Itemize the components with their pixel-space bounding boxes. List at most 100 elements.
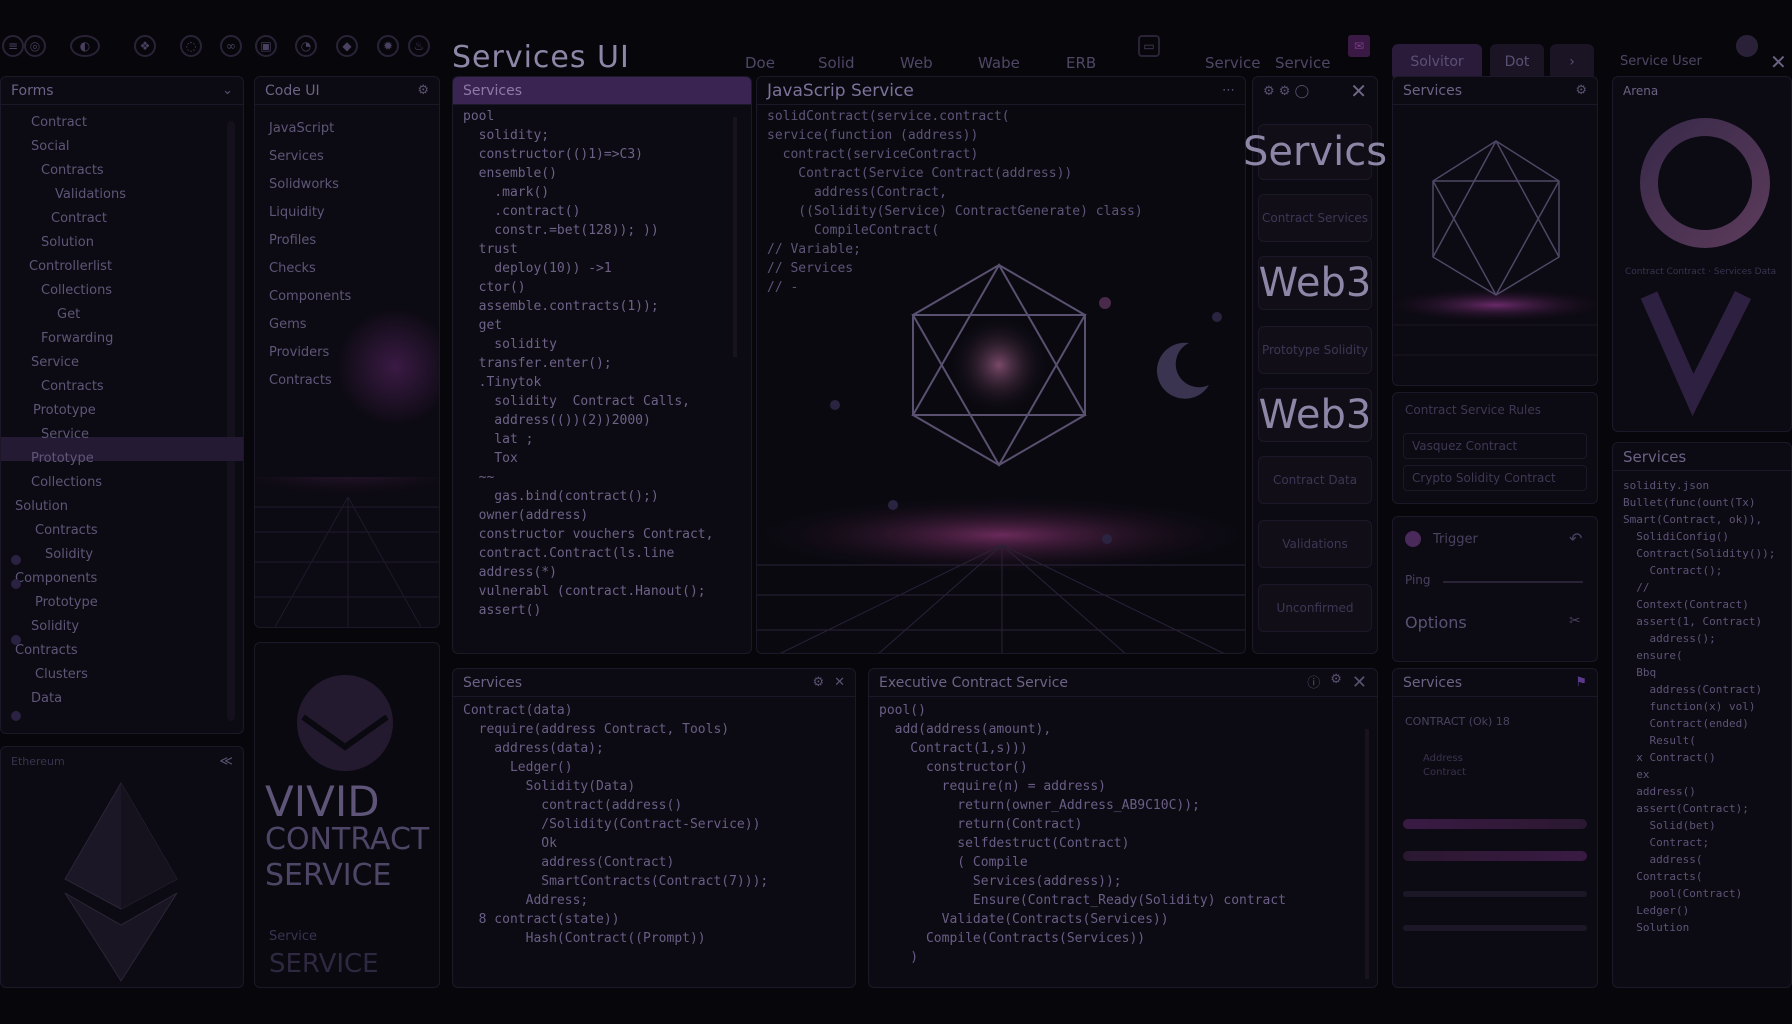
nav-button-contract-services[interactable]: Contract Services: [1258, 194, 1372, 242]
tree-item[interactable]: Service: [31, 355, 79, 370]
mid-list-item[interactable]: Profiles: [269, 233, 316, 248]
link-icon[interactable]: ∞: [220, 35, 242, 57]
tree-item[interactable]: Contracts: [35, 523, 98, 538]
contract-field-2[interactable]: Crypto Solidity Contract: [1403, 465, 1587, 491]
close-icon[interactable]: ✕: [1350, 79, 1367, 103]
far-right-code[interactable]: solidity.json Bullet(func(ount(Tx) Smart(C…: [1623, 477, 1775, 936]
mid-list-item[interactable]: Providers: [269, 345, 329, 360]
tree-item[interactable]: Prototype: [31, 451, 94, 466]
nav-button-prototype-solidity[interactable]: Prototype Solidity: [1258, 326, 1372, 374]
editor-scrollbar[interactable]: [733, 117, 737, 357]
code-scrollbar[interactable]: [1365, 729, 1369, 979]
nav-button-unconfirmed[interactable]: Unconfirmed: [1258, 584, 1372, 632]
tree-item[interactable]: Controllerlist: [29, 259, 112, 274]
tree-item[interactable]: Contracts: [15, 643, 78, 658]
web3-big-label-2[interactable]: Web3: [1258, 388, 1372, 442]
tree-item[interactable]: Forwarding: [41, 331, 113, 346]
swap-icon[interactable]: ✂: [1569, 613, 1581, 629]
menu-icon[interactable]: ≡: [2, 35, 24, 57]
tree-item[interactable]: Get: [57, 307, 80, 322]
tree-item[interactable]: Prototype: [33, 403, 96, 418]
flame-icon[interactable]: ♨: [408, 35, 430, 57]
progress-bar-4: [1403, 925, 1587, 931]
tree-item[interactable]: Prototype: [35, 595, 98, 610]
tree-item[interactable]: Clusters: [35, 667, 88, 682]
user-label[interactable]: Service User: [1620, 54, 1702, 69]
solvitor-button[interactable]: Solvitor: [1392, 44, 1482, 80]
mid-list-item[interactable]: Gems: [269, 317, 307, 332]
nav-item-web[interactable]: Web: [900, 54, 933, 72]
right-services-gear-icon[interactable]: ⚙: [1575, 83, 1587, 98]
flag-icon[interactable]: ⚑: [1575, 675, 1587, 690]
ping-slider[interactable]: [1443, 581, 1583, 583]
close-icon[interactable]: ✕: [1352, 672, 1367, 693]
contract-field-1[interactable]: Vasquez Contract: [1403, 433, 1587, 459]
editor-tab-services[interactable]: Services: [453, 77, 751, 105]
tree-item[interactable]: Data: [31, 691, 62, 706]
settings-icon[interactable]: ⚙: [1330, 672, 1342, 693]
scrollbar[interactable]: [227, 121, 235, 721]
nav-item-wabe[interactable]: Wabe: [978, 54, 1020, 72]
services-nav-icons[interactable]: ⚙ ⚙ ◯: [1263, 84, 1309, 99]
tree-item[interactable]: Contracts: [41, 163, 104, 178]
mid-list-item[interactable]: Components: [269, 289, 351, 304]
tree-item[interactable]: Solidity: [45, 547, 93, 562]
window-icon[interactable]: ▭: [1138, 35, 1160, 57]
tree-item[interactable]: Solidity: [31, 619, 79, 634]
brand-button-2[interactable]: SERVICE: [269, 949, 379, 979]
brand-button-1[interactable]: Service: [269, 929, 317, 944]
ethereum-icon[interactable]: ◆: [336, 35, 358, 57]
cloud-icon[interactable]: ◌: [180, 35, 202, 57]
mid-list-item[interactable]: Liquidity: [269, 205, 325, 220]
nav-item-doe[interactable]: Doe: [745, 54, 775, 72]
web3-big-label-1[interactable]: Web3: [1258, 256, 1372, 310]
mid-list-item[interactable]: Services: [269, 149, 324, 164]
chevron-down-icon[interactable]: ⌄: [222, 83, 233, 98]
globe-icon[interactable]: ◎: [24, 35, 46, 57]
code-ui-gear-icon[interactable]: ⚙: [417, 83, 429, 98]
info-icon[interactable]: ⓘ: [1307, 672, 1320, 693]
tree-item[interactable]: Solution: [15, 499, 68, 514]
tree-item[interactable]: Collections: [41, 283, 112, 298]
settings-icon[interactable]: ⚙: [812, 675, 824, 690]
options-label[interactable]: Options: [1405, 613, 1467, 632]
next-button[interactable]: ›: [1550, 44, 1594, 80]
dot-button[interactable]: Dot: [1490, 44, 1544, 80]
nav-button-validations[interactable]: Validations: [1258, 520, 1372, 568]
mid-list-item[interactable]: Checks: [269, 261, 316, 276]
cube-icon[interactable]: ▣: [255, 35, 277, 57]
nav-item-erb[interactable]: ERB: [1066, 54, 1096, 72]
editor-code[interactable]: pool solidity; constructor(()1)=>C3) ens…: [463, 107, 713, 620]
eye-icon[interactable]: ◐: [70, 35, 100, 57]
js-service-code[interactable]: solidContract(service.contract(service(f…: [767, 107, 1143, 297]
collapse-icon[interactable]: ≪: [219, 754, 233, 769]
services-big-label[interactable]: Servics: [1243, 124, 1387, 180]
chart-icon[interactable]: ◔: [295, 35, 317, 57]
nav-item-solid[interactable]: Solid: [818, 54, 855, 72]
tree-item[interactable]: Contracts: [41, 379, 104, 394]
panel-options-icon[interactable]: ⋯: [1222, 83, 1235, 98]
nav-item-service-a[interactable]: Service: [1205, 54, 1260, 72]
layers-icon[interactable]: ❖: [134, 35, 156, 57]
tree-item[interactable]: Contract: [51, 211, 107, 226]
undo-icon[interactable]: ↶: [1569, 529, 1582, 548]
close-icon[interactable]: ✕: [834, 675, 845, 690]
bottom-services-code[interactable]: Contract(data) require(address Contract,…: [463, 701, 768, 948]
mail-icon[interactable]: ✉: [1348, 35, 1370, 57]
mid-list-item[interactable]: JavaScript: [269, 121, 334, 136]
executive-contract-code[interactable]: pool() add(address(amount), Contract(1,s…: [879, 701, 1286, 967]
close-icon[interactable]: ✕: [1770, 50, 1787, 74]
tree-item[interactable]: Collections: [31, 475, 102, 490]
mid-list-item[interactable]: Contracts: [269, 373, 332, 388]
mid-list-item[interactable]: Solidworks: [269, 177, 339, 192]
tree-item[interactable]: Contract: [31, 115, 87, 130]
nav-button-contract-data[interactable]: Contract Data: [1258, 456, 1372, 504]
avatar[interactable]: [1736, 35, 1758, 57]
tree-item[interactable]: Social: [31, 139, 70, 154]
gear-icon[interactable]: ✹: [377, 35, 399, 57]
tree-item[interactable]: Solution: [41, 235, 94, 250]
tree-item[interactable]: Validations: [55, 187, 126, 202]
tree-item[interactable]: Components: [15, 571, 97, 586]
nav-item-service-b[interactable]: Service: [1275, 54, 1330, 72]
tree-item[interactable]: Service: [41, 427, 89, 442]
